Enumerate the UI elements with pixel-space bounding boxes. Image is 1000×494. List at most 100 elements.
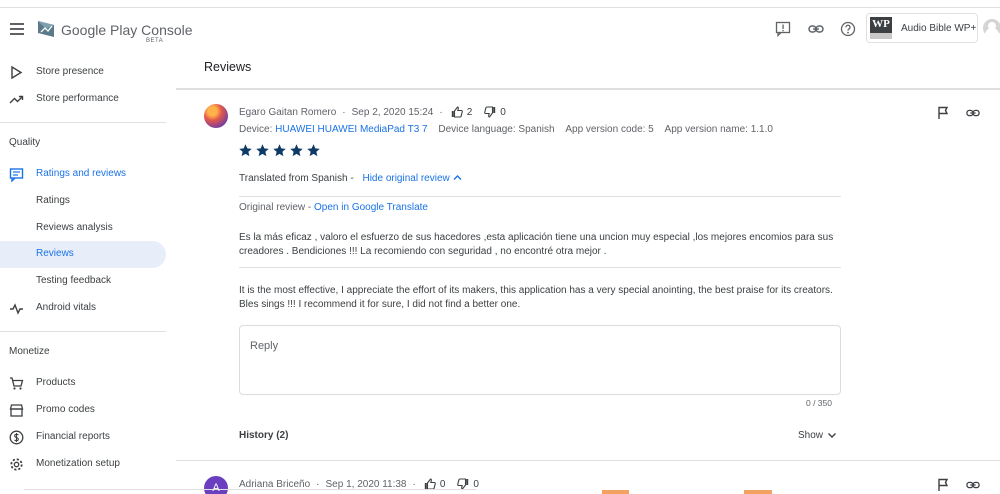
thumbs-up-icon[interactable] bbox=[451, 106, 463, 118]
app-icon: WP bbox=[870, 17, 892, 39]
reviews-icon bbox=[9, 168, 24, 182]
star-icon bbox=[290, 144, 303, 157]
sidebar-item-reviews-analysis[interactable]: Reviews analysis bbox=[0, 215, 166, 242]
scroll-marker bbox=[744, 490, 772, 494]
separator-dot: · bbox=[316, 478, 320, 490]
bottom-divider bbox=[24, 489, 476, 490]
flag-icon[interactable] bbox=[936, 478, 950, 492]
reply-textarea[interactable]: Reply bbox=[239, 325, 841, 395]
section-quality: Quality bbox=[9, 137, 41, 148]
sidebar-item-label: Monetization setup bbox=[36, 458, 120, 469]
reviewer-name: Adriana Briceño bbox=[239, 478, 311, 490]
sidebar-item-financial-reports[interactable]: Financial reports bbox=[0, 424, 166, 451]
sidebar-item-label: Testing feedback bbox=[36, 275, 112, 286]
sidebar-divider bbox=[0, 122, 166, 123]
separator-dot: · bbox=[439, 106, 443, 118]
reviewer-avatar bbox=[204, 104, 228, 128]
sidebar-item-label: Financial reports bbox=[36, 431, 110, 442]
sidebar-item-products[interactable]: Products bbox=[0, 370, 166, 397]
brand-main: Google Play bbox=[61, 22, 138, 38]
sidebar-item-label: Ratings bbox=[36, 195, 70, 206]
device-language: Device language: Spanish bbox=[438, 124, 555, 135]
vitals-icon bbox=[10, 303, 23, 315]
help-icon[interactable] bbox=[840, 21, 856, 37]
likes-count: 2 bbox=[466, 106, 473, 118]
device-info: Device: HUAWEI HUAWEI MediaPad T3 7 Devi… bbox=[239, 124, 773, 135]
sidebar: Store presence Store performance Quality… bbox=[0, 52, 176, 494]
sidebar-item-label: Android vitals bbox=[36, 302, 97, 313]
separator-dot: · bbox=[412, 478, 416, 490]
app-version-code: App version code: 5 bbox=[565, 124, 654, 135]
divider bbox=[239, 267, 841, 268]
beta-badge: BETA bbox=[146, 38, 164, 44]
sidebar-item-testing-feedback[interactable]: Testing feedback bbox=[0, 268, 166, 295]
sidebar-item-label: Store performance bbox=[36, 93, 119, 104]
link-icon[interactable] bbox=[808, 21, 824, 37]
show-history-button[interactable]: Show bbox=[798, 430, 837, 441]
account-avatar[interactable] bbox=[983, 19, 1000, 37]
reviewer-name: Egaro Gaitan Romero bbox=[239, 106, 337, 118]
play-console-logo[interactable] bbox=[36, 19, 56, 39]
dislikes-count: 0 bbox=[500, 106, 506, 118]
flag-icon[interactable] bbox=[936, 106, 950, 120]
dollar-icon bbox=[9, 430, 24, 445]
sidebar-item-android-vitals[interactable]: Android vitals bbox=[0, 295, 166, 322]
hide-original-label: Hide original review bbox=[362, 173, 450, 184]
review-card: Egaro Gaitan Romero · Sep 2, 2020 15:24 … bbox=[176, 88, 1000, 448]
reply-char-counter: 0 / 350 bbox=[806, 398, 832, 408]
feedback-icon[interactable] bbox=[775, 21, 791, 37]
hide-original-link[interactable]: Hide original review bbox=[362, 173, 462, 184]
sidebar-item-label: Products bbox=[36, 377, 76, 388]
review-date: Sep 2, 2020 15:24 bbox=[351, 106, 434, 118]
sidebar-item-reviews[interactable]: Reviews bbox=[0, 241, 166, 268]
cart-icon bbox=[10, 377, 24, 390]
sidebar-item-label: Ratings and reviews bbox=[36, 168, 127, 179]
original-label: Original review - bbox=[239, 202, 312, 213]
gear-icon bbox=[10, 458, 23, 471]
translated-review-text: It is the most effective, I appreciate t… bbox=[239, 285, 833, 310]
sidebar-item-promo-codes[interactable]: Promo codes bbox=[0, 397, 166, 424]
star-rating bbox=[238, 143, 321, 158]
thumbs-down-icon[interactable] bbox=[484, 106, 496, 118]
device-label: Device: bbox=[239, 124, 273, 135]
sidebar-item-label: Reviews bbox=[36, 248, 74, 259]
separator-dot: · bbox=[342, 106, 346, 118]
translated-from: Translated from Spanish - bbox=[239, 173, 354, 184]
chevron-down-icon bbox=[828, 433, 837, 438]
original-review-text: Es la más eficaz , valoro el esfuerzo de… bbox=[239, 232, 834, 257]
link-icon[interactable] bbox=[966, 106, 980, 120]
scroll-marker bbox=[602, 490, 629, 494]
sidebar-item-monetization-setup[interactable]: Monetization setup bbox=[0, 451, 166, 478]
original-review-label: Original review - Open in Google Transla… bbox=[239, 202, 428, 213]
sidebar-item-store-performance[interactable]: Store performance bbox=[0, 86, 166, 113]
sidebar-item-store-presence[interactable]: Store presence bbox=[0, 59, 166, 86]
reviewer-avatar: A bbox=[204, 476, 228, 494]
sidebar-item-ratings[interactable]: Ratings bbox=[0, 188, 166, 215]
store-icon bbox=[9, 404, 24, 417]
brand-title: Google Play Console bbox=[61, 22, 193, 38]
open-translate-link[interactable]: Open in Google Translate bbox=[314, 202, 428, 213]
app-name: Audio Bible WP+ bbox=[901, 23, 977, 34]
app-header: Google Play Console BETA WP Audio Bible … bbox=[0, 8, 1000, 52]
star-icon bbox=[307, 144, 320, 157]
menu-icon[interactable] bbox=[10, 23, 24, 35]
device-link[interactable]: HUAWEI HUAWEI MediaPad T3 7 bbox=[275, 124, 427, 135]
link-icon[interactable] bbox=[966, 478, 980, 492]
play-icon bbox=[11, 65, 23, 80]
divider bbox=[239, 196, 841, 197]
star-icon bbox=[273, 144, 286, 157]
sidebar-divider bbox=[0, 331, 166, 332]
history-label: History (2) bbox=[239, 430, 289, 441]
likes-count: 0 bbox=[439, 478, 446, 490]
review-date: Sep 1, 2020 11:38 bbox=[325, 478, 407, 490]
sidebar-item-label: Reviews analysis bbox=[36, 222, 113, 233]
review-meta: Egaro Gaitan Romero · Sep 2, 2020 15:24 … bbox=[239, 106, 516, 118]
dislikes-count: 0 bbox=[473, 478, 479, 490]
app-selector[interactable]: WP Audio Bible WP+ bbox=[866, 13, 978, 43]
sidebar-item-ratings-and-reviews[interactable]: Ratings and reviews bbox=[0, 161, 166, 188]
sidebar-item-label: Promo codes bbox=[36, 404, 95, 415]
section-monetize: Monetize bbox=[9, 346, 50, 357]
sidebar-item-label: Store presence bbox=[36, 66, 104, 77]
show-label: Show bbox=[798, 430, 824, 441]
app-version-name: App version name: 1.1.0 bbox=[664, 124, 773, 135]
